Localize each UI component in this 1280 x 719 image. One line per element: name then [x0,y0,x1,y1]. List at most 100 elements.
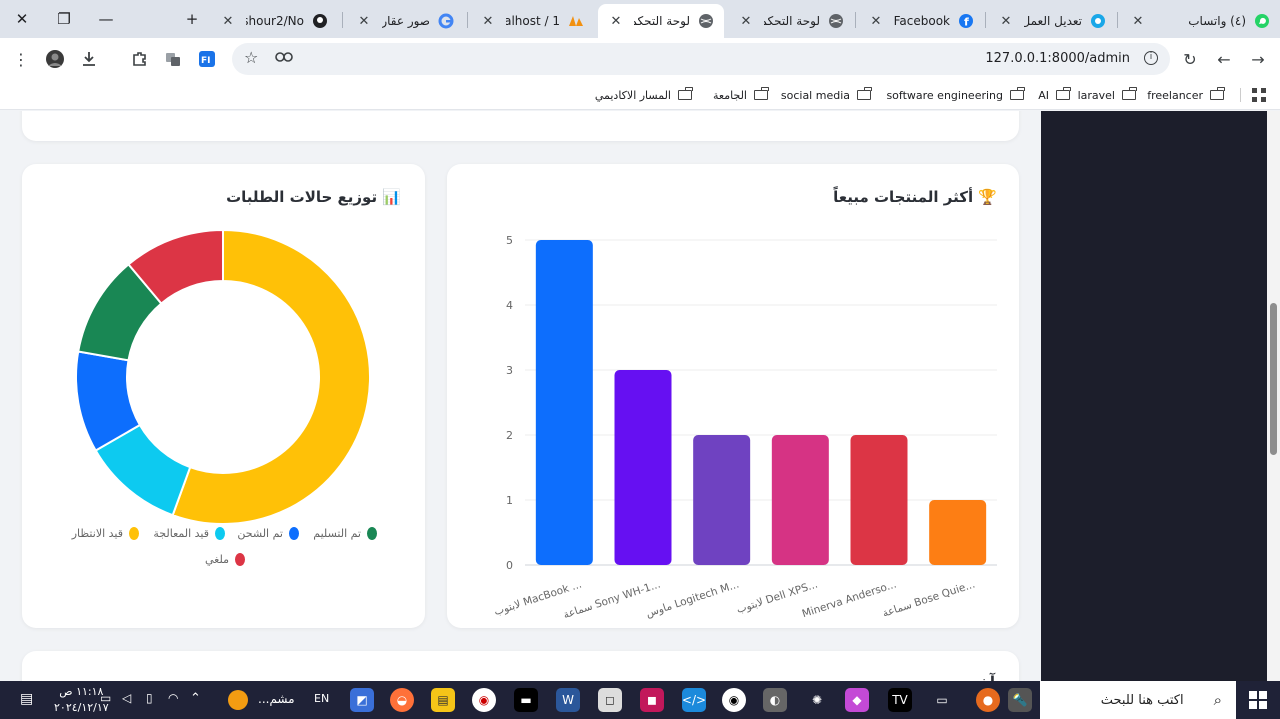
word-icon[interactable]: W [556,688,580,712]
close-tab-icon[interactable]: ✕ [998,14,1014,29]
page-scrollbar[interactable] [1267,111,1280,681]
volume-icon[interactable]: ◁ [122,691,131,705]
close-window-icon[interactable]: ✕ [0,0,44,38]
reload-icon[interactable]: ↻ [1177,46,1203,72]
design-app-icon[interactable]: ◼ [640,688,664,712]
top-card [22,111,1019,141]
tab-dashboard-active[interactable]: ✕ لوحة التحكم [598,4,724,38]
terminal-icon[interactable]: ▬ [514,688,538,712]
wifi-icon[interactable]: ◠ [168,691,178,705]
bookmark-ai[interactable]: AI [1038,86,1071,104]
y-tick-label: 0 [506,559,513,572]
burst-app-icon[interactable]: ✺ [805,688,829,712]
copilot-icon[interactable]: ◆ [845,688,869,712]
bookmark-laravel[interactable]: laravel [1078,86,1137,104]
task-view-icon[interactable]: ▭ [930,688,954,712]
bookmark-star-icon[interactable]: ☆ [244,48,258,67]
order-status-donut-chart [75,228,371,525]
close-tab-icon[interactable]: ✕ [1130,14,1146,29]
legend-item[interactable]: قيد المعالجة [153,527,225,540]
tab-property-images[interactable]: ✕ صور عقارات [346,4,464,38]
apps-grid-icon[interactable] [1252,86,1266,104]
url-text[interactable]: 127.0.0.1:8000/admin [985,51,1130,66]
download-icon[interactable] [76,46,102,72]
globe-icon [699,14,713,28]
whatsapp-icon [1255,14,1269,28]
legend-swatch [215,527,225,540]
site-info-icon[interactable]: i [1144,51,1158,65]
tab-strip: ✕ ❐ — + ✕ (٤) واتساب ✕ تعديل العمل ✕ Fac… [0,0,1280,38]
bookmark-software-engineering[interactable]: software engineering [886,86,1025,104]
legend-item[interactable]: قيد الانتظار [72,527,139,540]
address-bar[interactable]: ☆ 127.0.0.1:8000/admin i [232,43,1170,75]
folder-icon [1010,87,1025,100]
profile-avatar[interactable] [42,46,68,72]
language-indicator[interactable]: EN [314,692,329,705]
close-tab-icon[interactable]: ✕ [480,14,496,29]
fi-extension-icon[interactable]: FI [194,46,220,72]
back-arrow-icon[interactable]: ← [1211,46,1237,72]
legend-label: تم الشحن [237,527,283,540]
legend-item[interactable]: ملغي [205,553,245,566]
close-tab-icon[interactable]: ✕ [868,14,884,29]
lens-icon[interactable] [274,49,294,69]
legend-item[interactable]: تم الشحن [237,527,299,540]
bar-5 [850,435,908,565]
windows-start-icon[interactable] [1236,681,1280,719]
translate-extension-icon[interactable] [160,46,186,72]
tradingview-icon[interactable]: TV [888,688,912,712]
taskbar-search-input[interactable]: اكتب هنا للبحث ⌕ [1040,681,1236,719]
basketball-widget-icon[interactable]: ● [976,688,1000,712]
close-tab-icon[interactable]: ✕ [608,14,624,29]
bookmark-freelancer[interactable]: freelancer [1147,86,1225,104]
forward-arrow-icon[interactable]: → [1245,46,1271,72]
widget-icon[interactable]: 🔦 [1008,688,1032,712]
app-icon[interactable]: ◩ [350,688,374,712]
chrome-canary-icon[interactable]: ◉ [472,688,496,712]
clock[interactable]: ١١:١٨ ص ٢٠٢٤/١٢/١٧ [54,684,109,716]
legend-item[interactable]: تم التسليم [313,527,377,540]
y-tick-label: 1 [506,494,513,507]
tab-github[interactable]: ✕ Ashour2/No [210,4,338,38]
extensions-icon[interactable] [127,46,153,72]
menu-icon[interactable]: ⋮ [8,46,34,72]
chrome-icon[interactable]: ◉ [722,688,746,712]
tab-edit-work[interactable]: ✕ تعديل العمل [988,4,1116,38]
bottom-card: آخر ... [22,651,1019,681]
nafezly-icon [1091,14,1105,28]
bookmark-academic-track[interactable]: المسار الاكاديمي [595,86,693,104]
weather-icon[interactable] [228,690,248,710]
top-products-bar-chart: 012345لابتوب MacBook ...سماعة Sony WH-1.… [493,234,997,621]
app-icon[interactable]: ◐ [763,688,787,712]
app-icon[interactable]: ◻ [598,688,622,712]
legend-label: تم التسليم [313,527,361,540]
vscode-icon[interactable]: </> [682,688,706,712]
globe-icon [829,14,843,28]
search-icon: ⌕ [1213,691,1222,709]
weather-label[interactable]: مشم... [258,692,295,706]
y-tick-label: 4 [506,299,513,312]
firefox-icon[interactable]: ◒ [390,688,414,712]
tab-dashboard-2[interactable]: ✕ لوحة التحكم [728,4,854,38]
close-tab-icon[interactable]: ✕ [356,14,372,29]
order-status-card: 📊 توزيع حالات الطلبات قيد الانتظار قيد ال… [22,164,425,628]
battery-icon[interactable]: ▯ [146,691,153,705]
legend-label: قيد المعالجة [153,527,209,540]
clock-date: ٢٠٢٤/١٢/١٧ [54,701,109,714]
tab-whatsapp[interactable]: ✕ (٤) واتساب [1120,4,1280,38]
close-tab-icon[interactable]: ✕ [220,14,236,29]
file-explorer-icon[interactable]: ▤ [431,688,455,712]
restore-window-icon[interactable]: ❐ [42,0,86,38]
close-tab-icon[interactable]: ✕ [738,14,754,29]
minimize-window-icon[interactable]: — [84,0,128,38]
show-hidden-icons-icon[interactable]: ⌃ [190,691,201,706]
tab-facebook[interactable]: ✕ Facebook f [858,4,984,38]
new-tab-button[interactable]: + [170,0,214,38]
scrollbar-thumb[interactable] [1270,303,1277,455]
legend-swatch [235,553,245,566]
tab-phpmyadmin[interactable]: ✕ localhost / 1 [470,4,594,38]
folder-icon [857,87,872,100]
notifications-icon[interactable]: ▤ [20,691,33,707]
bookmark-social-media[interactable]: social media [781,86,872,104]
bookmark-university[interactable]: الجامعة [713,86,769,104]
